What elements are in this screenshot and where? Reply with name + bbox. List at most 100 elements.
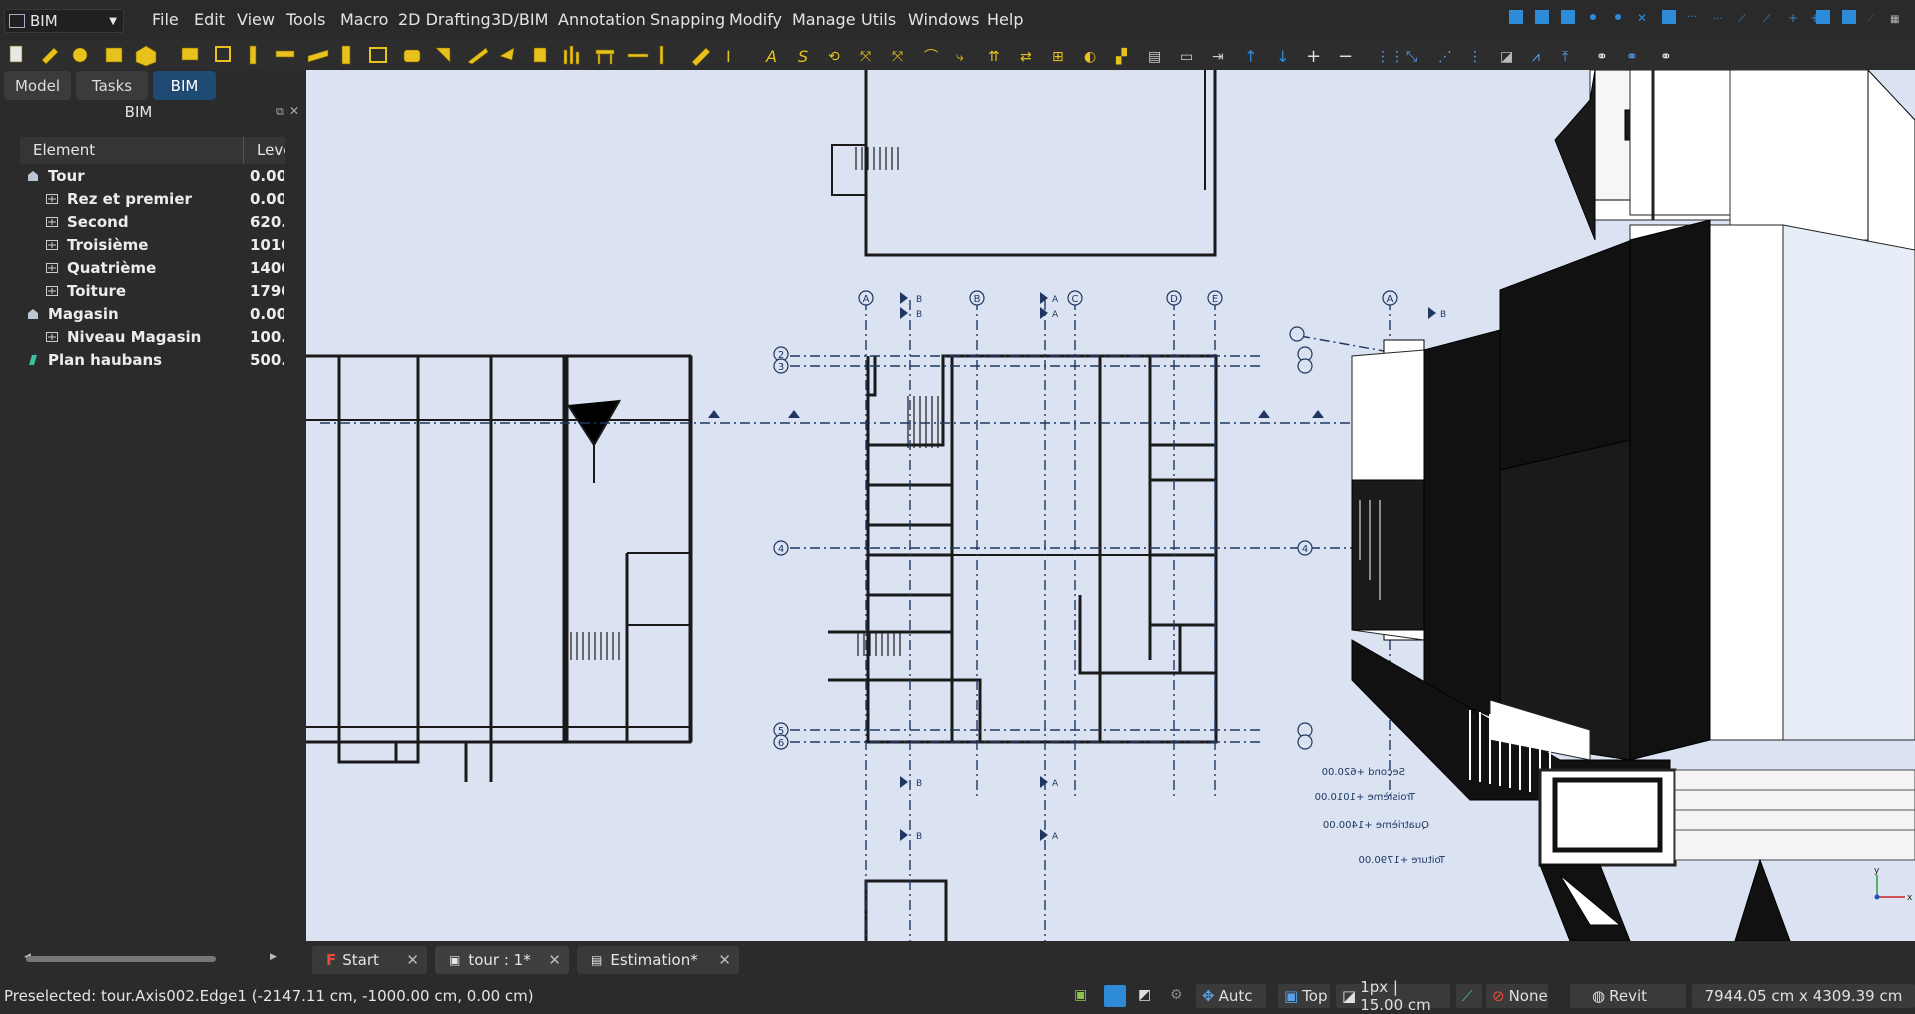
tree-level: 0.00 (250, 305, 284, 323)
menu-help[interactable]: Help (987, 10, 1023, 29)
menu-windows[interactable]: Windows (908, 10, 979, 29)
tree-row-tour[interactable]: Tour 0.00 (20, 165, 285, 188)
menu-macro[interactable]: Macro (340, 10, 388, 29)
section-label: A (1052, 832, 1059, 842)
tree-label: Niveau Magasin (67, 328, 202, 346)
column-element[interactable]: Element (33, 141, 95, 159)
svg-text:⟲: ⟲ (828, 49, 840, 65)
tab-start[interactable]: F Start ✕ (312, 946, 427, 974)
workbench-selector[interactable]: BIM ▼ (4, 9, 124, 33)
svg-text:···: ··· (1687, 12, 1697, 23)
floor-icon (46, 263, 58, 273)
scroll-right-icon[interactable]: ▶ (270, 952, 277, 962)
menu-2d-drafting[interactable]: 2D Drafting (398, 10, 491, 29)
tree-label: Magasin (48, 305, 119, 323)
svg-text:···: ··· (1713, 14, 1723, 25)
tree-row-troisieme[interactable]: Troisième 1010 (20, 234, 285, 257)
draw-style-icon[interactable]: ◩ (1138, 987, 1151, 1003)
close-icon[interactable]: ✕ (548, 951, 561, 969)
tree-label: Second (67, 213, 129, 231)
menu-3d-bim[interactable]: 3D/BIM (491, 10, 548, 29)
tab-label: Start (342, 951, 379, 969)
preselection-status: Preselected: tour.Axis002.Edge1 (-2147.1… (4, 987, 534, 1005)
menu-modify[interactable]: Modify (729, 10, 782, 29)
tree-row-rez-et-premier[interactable]: Rez et premier 0.00 (20, 188, 285, 211)
grid-label: 4 (1302, 544, 1308, 555)
section-label: B (916, 779, 922, 789)
tab-tour[interactable]: ▣ tour : 1* ✕ (435, 946, 569, 974)
building-icon (28, 309, 38, 319)
grid-label: 5 (778, 726, 784, 737)
section-label: A (1052, 295, 1059, 305)
menu-file[interactable]: File (152, 10, 179, 29)
menu-snapping[interactable]: Snapping (650, 10, 725, 29)
svg-text:⌒: ⌒ (924, 49, 938, 65)
grid-label: A (863, 294, 870, 305)
tree-row-plan-haubans[interactable]: Plan haubans 500. (20, 349, 285, 372)
tree-row-quatrieme[interactable]: Quatrième 1400 (20, 257, 285, 280)
menu-tools[interactable]: Tools (286, 10, 325, 29)
svg-text:⋮: ⋮ (1468, 49, 1482, 65)
nav-label: Revit (1609, 987, 1647, 1005)
level-label: Troisième +1010.00 (1315, 791, 1416, 803)
navigation-style-dropdown[interactable]: ◍ Revit (1570, 984, 1686, 1008)
svg-text:⋮⋮: ⋮⋮ (1376, 49, 1404, 65)
close-icon[interactable]: ✕ (406, 951, 419, 969)
column-level[interactable]: Leve (257, 141, 285, 159)
svg-text:⊞: ⊞ (1052, 49, 1064, 65)
workbench-icon (9, 14, 25, 28)
settings-icon[interactable]: ⚙ (1170, 987, 1183, 1003)
tree-row-niveau-magasin[interactable]: Niveau Magasin 100.( (20, 326, 285, 349)
tree-row-magasin[interactable]: Magasin 0.00 (20, 303, 285, 326)
dimension-label: 7944.05 cm x 4309.39 cm (1704, 987, 1903, 1005)
close-icon[interactable]: ✕ (289, 104, 299, 118)
tab-estimation[interactable]: ▤ Estimation* ✕ (577, 946, 739, 974)
view-toolbar: ✕ ··· ··· ⟋ ⟋ + + ⟋ ▦ (1509, 10, 1899, 25)
svg-text:+: + (1306, 46, 1321, 67)
svg-text:+: + (1788, 11, 1798, 25)
tab-model[interactable]: Model (4, 71, 71, 100)
axis-label-x: x (1907, 893, 1913, 903)
none-icon: ⊘ (1492, 987, 1505, 1005)
horizontal-scrollbar[interactable] (26, 956, 216, 962)
tree-row-toiture[interactable]: Toiture 1790 (20, 280, 285, 303)
view-dropdown[interactable]: ▣ Top (1278, 984, 1330, 1008)
svg-text:◐: ◐ (1084, 49, 1096, 65)
svg-text:▞: ▞ (1115, 47, 1127, 65)
python-console-icon[interactable]: ▣ (1074, 987, 1087, 1003)
tab-tasks[interactable]: Tasks (76, 71, 148, 100)
tree-label: Toiture (67, 282, 127, 300)
constraint-toggle[interactable]: ⟋ (1456, 984, 1482, 1008)
bim-drawing[interactable]: A B C D E A 2 3 4 5 6 4 B B A A B B A B … (306, 70, 1915, 941)
tree-level: 100.( (250, 328, 284, 346)
svg-text:▭: ▭ (1180, 49, 1193, 65)
toolbar-icons[interactable]: IA S ⟲ ⤧ ⤧ ⌒ ⤷ ⇈ ⇄ ⊞ ◐ ▞ ▤ ▭ ⇥ ↑ ↓ + − ⋮⋮ ⤡ ⋰ ⋮ ◪ ⩘ … (6, 42, 1686, 68)
svg-text:⚭: ⚭ (1660, 49, 1672, 65)
menu-edit[interactable]: Edit (194, 10, 225, 29)
tree-label: Plan haubans (48, 351, 163, 369)
snap-dropdown[interactable]: ✥ Autc (1196, 984, 1266, 1008)
svg-text:S: S (798, 47, 808, 66)
constraint-dropdown[interactable]: ⊘ None (1486, 984, 1548, 1008)
menu-view[interactable]: View (237, 10, 275, 29)
report-view-icon[interactable] (1104, 985, 1126, 1007)
menu-utils[interactable]: Utils (861, 10, 896, 29)
constraint-label: None (1508, 987, 1548, 1005)
grid-label: 3 (778, 362, 784, 373)
svg-text:⤧: ⤧ (892, 49, 903, 65)
svg-text:⚭: ⚭ (1626, 49, 1638, 65)
tab-bim[interactable]: BIM (153, 71, 216, 100)
view-tool-icons: ✕ ··· ··· ⟋ ⟋ + + ⟋ ▦ (1509, 10, 1899, 25)
tree-level: 0.00 (250, 190, 284, 208)
menu-annotation[interactable]: Annotation (558, 10, 646, 29)
line-style-dropdown[interactable]: ◪ 1px | 15.00 cm (1336, 978, 1450, 1014)
float-icon[interactable]: ⧉ (276, 105, 284, 119)
tree-row-second[interactable]: Second 620.( (20, 211, 285, 234)
section-label: B (1440, 310, 1446, 320)
floor-icon (46, 332, 58, 342)
view-icon: ▣ (1284, 987, 1299, 1005)
column-divider (243, 137, 244, 164)
3d-viewport[interactable]: A B C D E A 2 3 4 5 6 4 B B A A B B A B … (306, 70, 1915, 941)
close-icon[interactable]: ✕ (718, 951, 731, 969)
menu-manage[interactable]: Manage (792, 10, 856, 29)
